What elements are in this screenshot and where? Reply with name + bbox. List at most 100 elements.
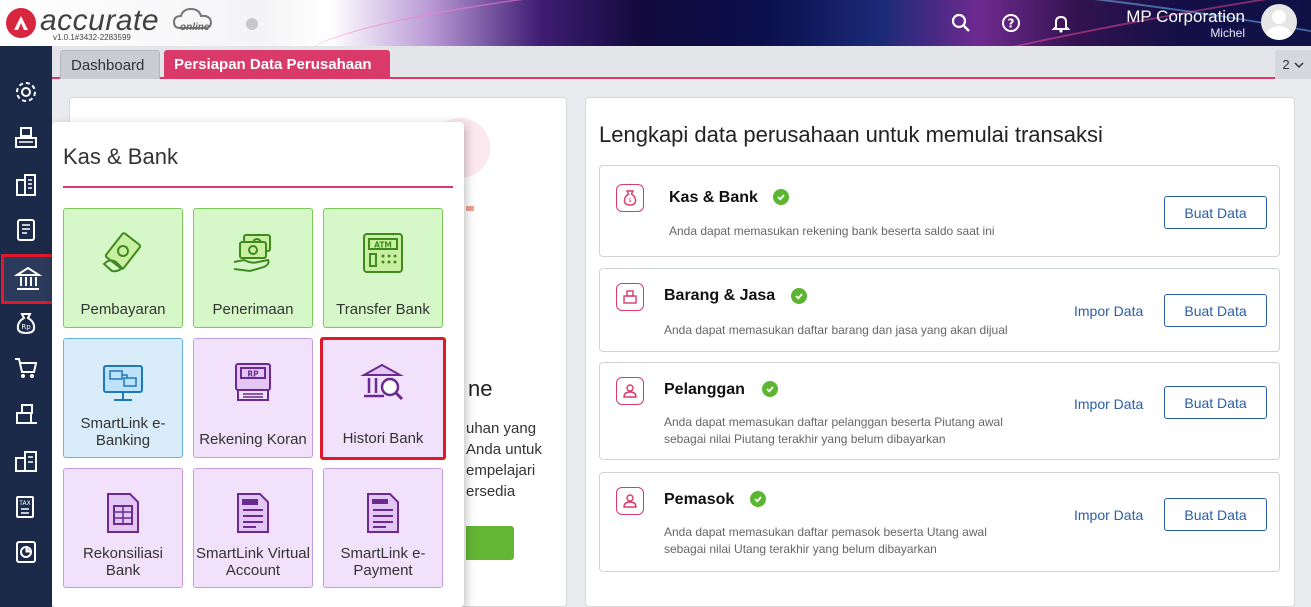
card-title: Pemasok — [664, 491, 735, 508]
menu-tile-histori-bank[interactable]: Histori Bank — [320, 337, 446, 460]
card-description-line: sebagai nilai Piutang terakhir yang belu… — [664, 432, 946, 446]
sidebar-item-reports[interactable] — [4, 532, 48, 572]
sidebar-item-tax[interactable]: TAX — [4, 487, 48, 527]
receipt-icon — [229, 229, 277, 277]
check-icon — [773, 189, 789, 205]
money-bag-icon: Rp — [16, 313, 36, 335]
sidebar-item-sales[interactable] — [4, 117, 48, 157]
tile-label: SmartLink Virtual Account — [196, 545, 310, 579]
sidebar-item-inventory[interactable] — [4, 394, 48, 434]
ebanking-icon — [99, 359, 147, 407]
sidebar-item-assets[interactable] — [4, 441, 48, 481]
help-icon[interactable]: ? — [999, 11, 1023, 35]
impor-data-link[interactable]: Impor Data — [1074, 303, 1143, 319]
inventory-icon — [616, 283, 644, 311]
kas-bank-menu: Kas & Bank Pembayaran Penerimaan ATM Tra… — [52, 122, 464, 607]
impor-data-link[interactable]: Impor Data — [1074, 396, 1143, 412]
setup-card-kas-bank: $ Kas & Bank Anda dapat memasukan rekeni… — [599, 165, 1280, 257]
svg-text:ATM: ATM — [374, 241, 392, 250]
tile-label: Transfer Bank — [336, 301, 430, 318]
bank-history-icon — [359, 360, 407, 408]
logo-mark-icon — [6, 8, 36, 38]
tab-dashboard[interactable]: Dashboard — [60, 50, 160, 79]
brand-name: accurate — [40, 4, 160, 37]
tab-persiapan-data-perusahaan[interactable]: Persiapan Data Perusahaan — [164, 50, 390, 79]
reconciliation-icon — [99, 489, 147, 537]
tile-label: SmartLink e-Banking — [80, 415, 166, 449]
buat-data-button[interactable]: Buat Data — [1164, 294, 1267, 327]
welcome-text-line: Anda untuk — [466, 441, 542, 458]
sidebar-item-ledger[interactable] — [4, 210, 48, 250]
card-description: Anda dapat memasukan daftar pemasok bese… — [664, 524, 987, 558]
welcome-illustration-detail — [466, 206, 474, 211]
card-description-line: sebagai nilai Utang terakhir yang belum … — [664, 542, 937, 556]
virtual-account-icon — [229, 489, 277, 537]
money-bag-icon: $ — [616, 184, 644, 212]
tile-label: Pembayaran — [80, 301, 166, 318]
card-description: Anda dapat memasukan rekening bank beser… — [669, 223, 995, 240]
sidebar-item-settings[interactable] — [4, 72, 48, 112]
sidebar-item-purchase[interactable] — [4, 348, 48, 388]
cart-icon — [15, 358, 38, 378]
svg-text:$: $ — [628, 198, 632, 204]
chevron-down-icon — [1294, 61, 1304, 68]
ledger-icon — [17, 219, 35, 241]
welcome-text: uhan yang Anda untuk empelajari ersedia — [466, 418, 542, 502]
card-title: Kas & Bank — [669, 189, 758, 206]
company-icon — [15, 451, 37, 472]
cash-register-icon — [15, 127, 37, 148]
setup-card-pemasok: Pemasok Anda dapat memasukan daftar pema… — [599, 472, 1280, 572]
tile-label: Rekonsiliasi Bank — [82, 545, 164, 579]
welcome-text-line: empelajari — [466, 462, 536, 479]
atm-icon: ATM — [359, 229, 407, 277]
tab-bar: Dashboard Persiapan Data Perusahaan 2 — [52, 46, 1311, 79]
inventory-icon — [16, 404, 37, 424]
card-title: Pelanggan — [664, 381, 745, 398]
report-icon — [16, 541, 36, 563]
buat-data-button[interactable]: Buat Data — [1164, 386, 1267, 419]
tab-overflow-menu[interactable]: 2 — [1275, 50, 1311, 79]
setup-card-pelanggan: Pelanggan Anda dapat memasukan daftar pe… — [599, 362, 1280, 460]
menu-tile-smartlink-virtual-account[interactable]: SmartLink Virtual Account — [193, 468, 313, 588]
check-icon — [791, 288, 807, 304]
svg-text:Rp: Rp — [21, 323, 31, 331]
menu-tile-penerimaan[interactable]: Penerimaan — [193, 208, 313, 328]
user-name: Michel — [1210, 26, 1245, 40]
menu-divider — [63, 186, 453, 188]
menu-tile-smartlink-e-payment[interactable]: SmartLink e-Payment — [323, 468, 443, 588]
buat-data-button[interactable]: Buat Data — [1164, 498, 1267, 531]
setup-card-barang-jasa: Barang & Jasa Anda dapat memasukan dafta… — [599, 268, 1280, 352]
setup-panel: Lengkapi data perusahaan untuk memulai t… — [585, 97, 1295, 607]
impor-data-link[interactable]: Impor Data — [1074, 507, 1143, 523]
sidebar-item-company[interactable] — [4, 165, 48, 205]
customer-icon — [616, 377, 644, 405]
setup-panel-title: Lengkapi data perusahaan untuk memulai t… — [599, 122, 1103, 147]
account-info[interactable]: MP Corporation Michel — [1126, 7, 1245, 40]
svg-text:TAX: TAX — [18, 500, 30, 507]
check-icon — [750, 491, 766, 507]
card-description-line: Anda dapat memasukan daftar pemasok bese… — [664, 525, 987, 539]
menu-tile-pembayaran[interactable]: Pembayaran — [63, 208, 183, 328]
card-description: Anda dapat memasukan daftar pelanggan be… — [664, 414, 1003, 448]
buat-data-button[interactable]: Buat Data — [1164, 196, 1267, 229]
app-header: accurate online v1.0.1#3432-2283599 ? MP… — [0, 0, 1311, 46]
sidebar-item-kas-bank[interactable] — [1, 254, 55, 304]
search-icon[interactable] — [949, 11, 973, 35]
version-label: v1.0.1#3432-2283599 — [53, 33, 131, 42]
tile-label: Penerimaan — [212, 301, 294, 318]
menu-tile-rekening-koran[interactable]: RP Rekening Koran — [193, 338, 313, 458]
menu-tile-transfer-bank[interactable]: ATM Transfer Bank — [323, 208, 443, 328]
welcome-text-line: uhan yang — [466, 420, 537, 437]
card-description: Anda dapat memasukan daftar barang dan j… — [664, 322, 1008, 339]
card-description-line: Anda dapat memasukan daftar pelanggan be… — [664, 415, 1003, 429]
menu-tile-smartlink-e-banking[interactable]: SmartLink e-Banking — [63, 338, 183, 458]
avatar[interactable] — [1261, 4, 1297, 40]
menu-tile-rekonsiliasi-bank[interactable]: Rekonsiliasi Bank — [63, 468, 183, 588]
tax-icon: TAX — [16, 496, 34, 518]
welcome-start-button[interactable] — [466, 526, 514, 560]
bank-statement-icon: RP — [229, 359, 277, 407]
tile-label: SmartLink e-Payment — [340, 545, 426, 579]
card-title: Barang & Jasa — [664, 287, 776, 304]
bell-icon[interactable] — [1049, 11, 1073, 35]
sidebar-item-receivables[interactable]: Rp — [4, 303, 48, 343]
